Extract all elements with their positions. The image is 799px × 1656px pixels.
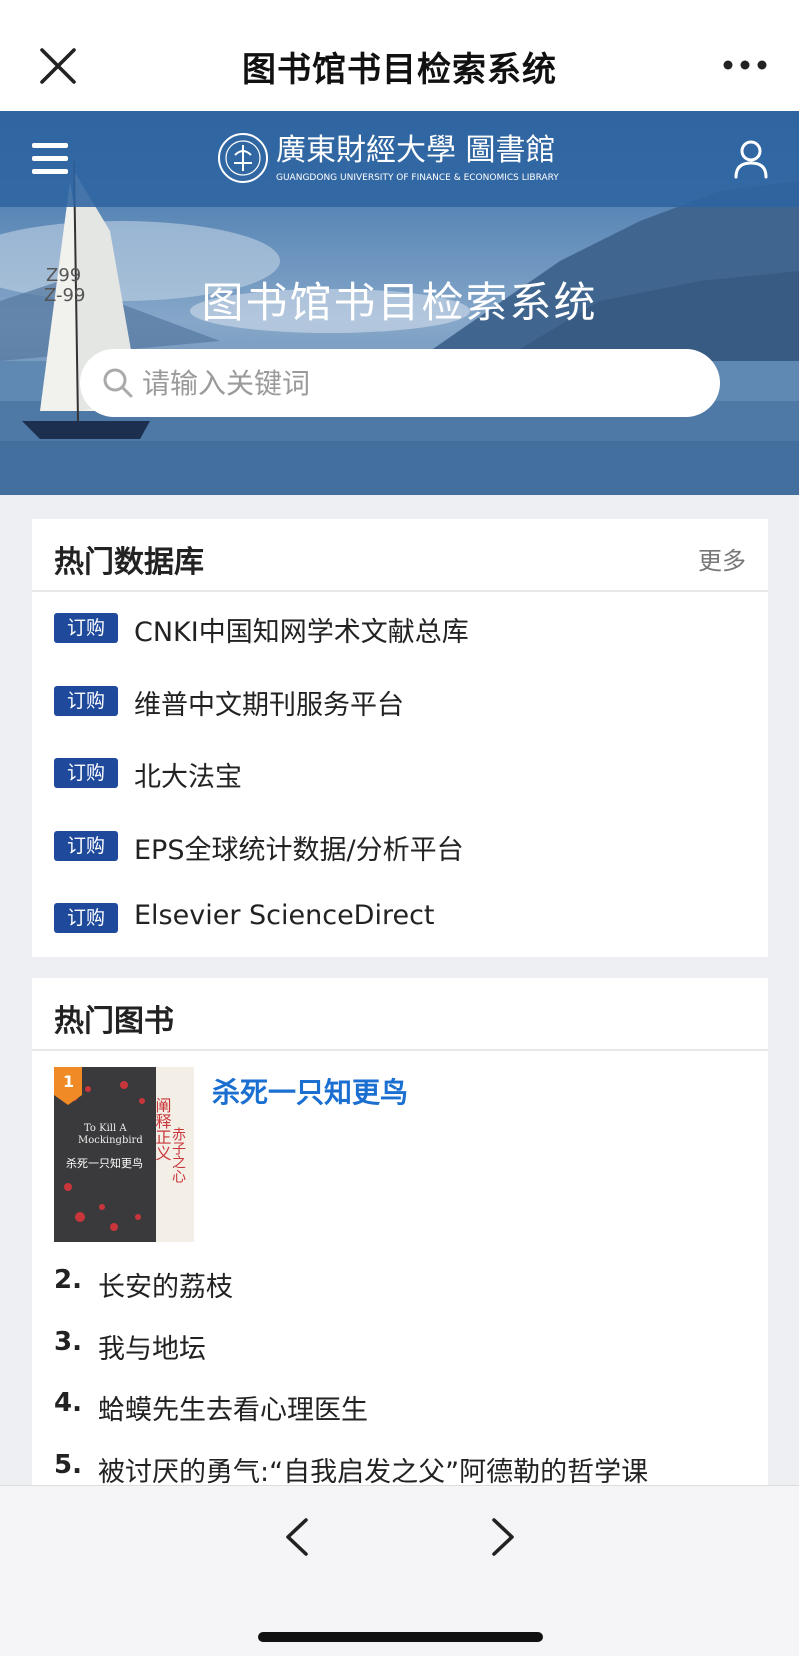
book-rank: 4. [54,1388,82,1418]
hot-databases-card: 热门数据库 更多 订购 CNKI中国知网学术文献总库 订购 维普中文期刊服务平台… [32,519,768,957]
back-icon[interactable] [282,1516,312,1558]
more-link[interactable]: 更多 [698,541,746,576]
databases-header: 热门数据库 更多 [32,519,768,592]
book-title[interactable]: 我与地坛 [98,1327,206,1366]
hero-nav: 廣東財經大學 圖書館 GUANGDONG UNIVERSITY OF FINAN… [0,111,799,207]
search-input[interactable] [142,359,702,407]
hero-title: 图书馆书目检索系统 [201,278,598,327]
browser-bottom-bar [0,1485,799,1656]
user-icon[interactable] [733,139,769,179]
book-item[interactable]: 2. 长安的荔枝 [32,1251,768,1313]
book-cover[interactable]: To Kill A Mockingbird 杀死一只知更鸟 阐释正义 赤子之心 … [54,1067,194,1242]
page-title: 图书馆书目检索系统 [242,50,557,90]
database-item[interactable]: 订购 CNKI中国知网学术文献总库 [32,592,768,665]
more-icon[interactable] [723,58,767,72]
section-title: 热门数据库 [54,545,204,580]
cover-title-text: 杀死一只知更鸟 [66,1156,143,1170]
rank-badge: 1 [63,1072,74,1091]
subscribed-badge: 订购 [54,685,118,716]
database-item[interactable]: 订购 维普中文期刊服务平台 [32,665,768,738]
search-icon [103,368,133,398]
book-title[interactable]: 被讨厌的勇气:“自我启发之父”阿德勒的哲学课 [98,1450,648,1486]
home-indicator [258,1632,543,1642]
svg-text:To Kill A: To Kill A [84,1123,127,1134]
book-rank: 5. [54,1449,82,1480]
database-item[interactable]: 订购 EPS全球统计数据/分析平台 [32,810,768,883]
book-item[interactable]: 3. 我与地坛 [32,1313,768,1375]
book-rank: 3. [54,1326,82,1357]
university-logo[interactable]: 廣東財經大學 圖書館 GUANGDONG UNIVERSITY OF FINAN… [218,125,588,191]
book-item[interactable]: 5. 被讨厌的勇气:“自我启发之父”阿德勒的哲学课 [32,1436,768,1486]
svg-text:Mockingbird: Mockingbird [78,1135,143,1146]
top-book[interactable]: To Kill A Mockingbird 杀死一只知更鸟 阐释正义 赤子之心 … [32,1051,768,1251]
database-name[interactable]: 北大法宝 [134,755,242,794]
book-rank: 2. [54,1265,82,1295]
forward-icon[interactable] [488,1516,518,1558]
svg-text:廣東財經大學 圖書館: 廣東財經大學 圖書館 [276,133,556,168]
svg-text:赤子之心: 赤子之心 [170,1127,186,1183]
book-title-link[interactable]: 杀死一只知更鸟 [212,1071,408,1111]
menu-icon[interactable] [32,141,70,177]
database-item[interactable]: 订购 北大法宝 [32,737,768,810]
top-bar: 图书馆书目检索系统 [0,0,799,111]
subscribed-badge: 订购 [54,613,118,643]
book-item[interactable]: 4. 蛤蟆先生去看心理医生 [32,1374,768,1436]
search-bar[interactable] [80,349,720,417]
database-name[interactable]: 维普中文期刊服务平台 [134,683,404,722]
database-name[interactable]: CNKI中国知网学术文献总库 [134,610,469,649]
subscribed-badge: 订购 [54,830,118,861]
svg-text:阐释正义: 阐释正义 [153,1097,172,1161]
book-title[interactable]: 长安的荔枝 [98,1265,233,1304]
subscribed-badge: 订购 [54,903,118,933]
subscribed-badge: 订购 [54,758,118,788]
database-name[interactable]: EPS全球统计数据/分析平台 [134,828,464,867]
hot-books-card: 热门图书 To Kill A Mockingbird 杀死一只知更鸟 阐释正义 … [32,978,768,1485]
section-title: 热门图书 [54,1004,174,1039]
books-header: 热门图书 [32,978,768,1051]
database-item[interactable]: 订购 Elsevier ScienceDirect [32,882,768,955]
database-name[interactable]: Elsevier ScienceDirect [134,900,435,931]
hero-banner: Z99 Z-99 廣東財經大學 圖書館 GUANGDONG UNIVERSITY… [0,111,799,495]
book-title[interactable]: 蛤蟆先生去看心理医生 [98,1388,368,1427]
svg-text:GUANGDONG UNIVERSITY OF FINANC: GUANGDONG UNIVERSITY OF FINANCE & ECONOM… [276,173,559,183]
